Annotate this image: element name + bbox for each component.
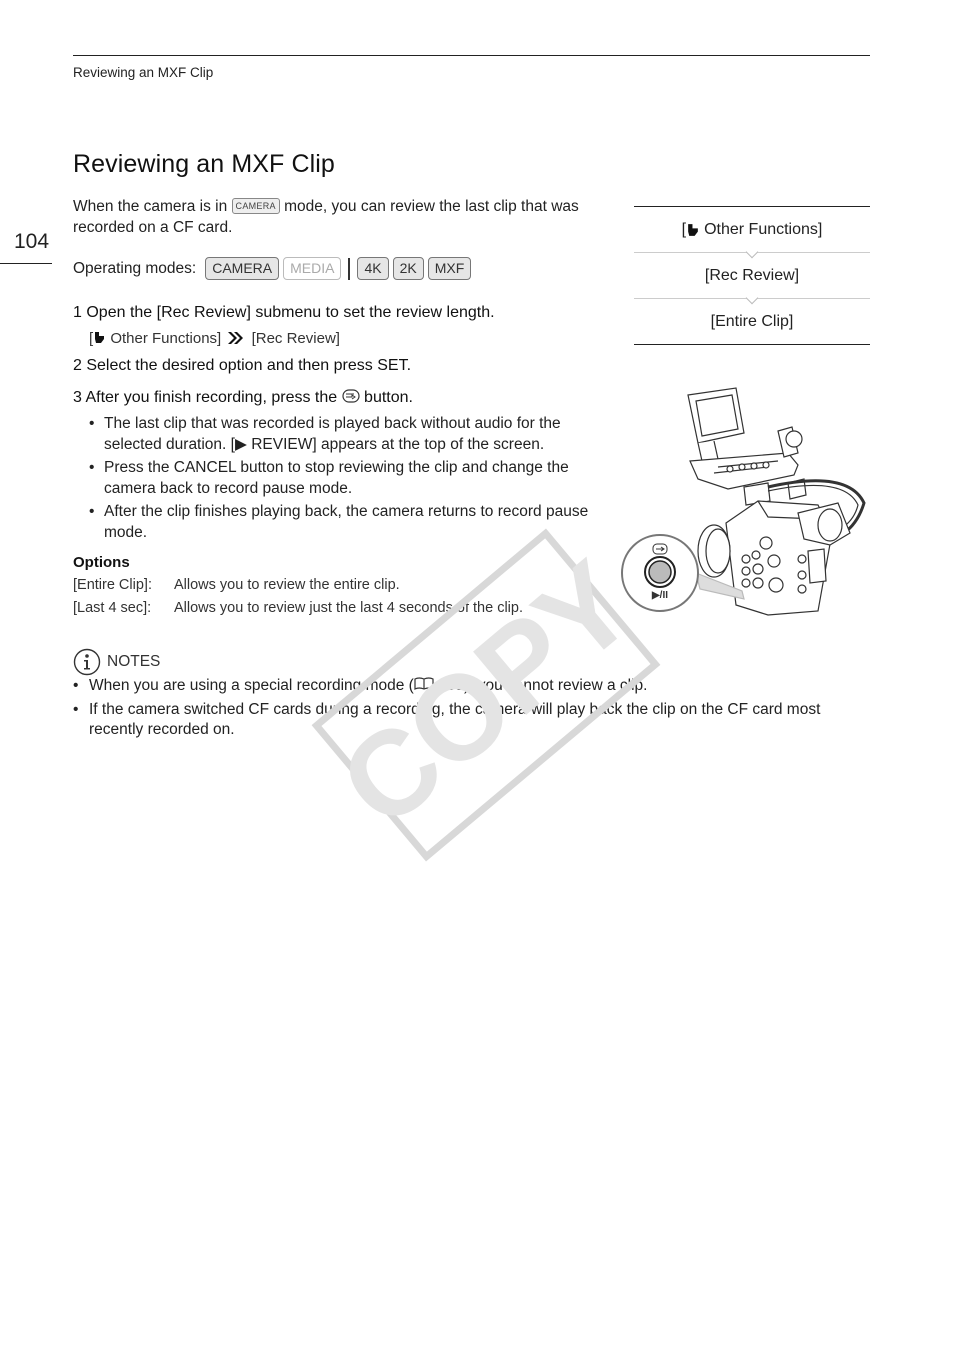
- double-chevron-right-icon: [228, 332, 244, 344]
- page-number: 104: [14, 230, 50, 253]
- playback-button-icon: [341, 389, 360, 403]
- list-item: If the camera switched CF cards during a…: [73, 700, 873, 741]
- step-text: Select the desired option and then press…: [86, 357, 412, 374]
- intro-text-before: When the camera is in: [73, 198, 232, 215]
- camera-mode-badge: CAMERA: [231, 198, 280, 214]
- mode-separator: [348, 257, 351, 280]
- mode-badge-media: MEDIA: [283, 257, 342, 280]
- option-desc: Allows you to review the entire clip.: [174, 577, 400, 593]
- menu-row-label: [Rec Review]: [704, 266, 800, 284]
- list-item: The last clip that was recorded is playe…: [89, 414, 614, 455]
- step-number: 3: [73, 389, 82, 406]
- page-title: Reviewing an MXF Clip: [73, 150, 335, 178]
- list-item: When you are using a special recording m…: [73, 676, 873, 697]
- menu-path: [ Other Functions] [Rec Review]: [89, 330, 340, 347]
- page-number-rule: [0, 263, 52, 264]
- notes-list: When you are using a special recording m…: [73, 676, 873, 744]
- notes-heading: NOTES: [73, 648, 160, 676]
- list-item: After the clip finishes playing back, th…: [89, 502, 614, 543]
- step-text-after: button.: [359, 389, 413, 406]
- option-row: [Entire Clip]: Allows you to review the e…: [73, 577, 400, 593]
- list-item: Press the CANCEL button to stop reviewin…: [89, 458, 614, 499]
- running-head: Reviewing an MXF Clip: [73, 65, 214, 80]
- camera-illustration: ▶/II: [621, 387, 866, 616]
- operating-modes-label: Operating modes:: [73, 259, 197, 277]
- menu-path-item-2: [Rec Review]: [251, 330, 340, 347]
- info-icon: [73, 648, 101, 676]
- wrench-icon: [688, 223, 698, 236]
- option-row: [Last 4 sec]: Allows you to review just t…: [73, 600, 523, 616]
- menu-row-entire-clip: [Entire Clip]: [634, 298, 870, 344]
- step-3: 3 After you finish recording, press the …: [73, 389, 413, 407]
- wrench-icon: [95, 332, 105, 343]
- menu-row-label: [Entire Clip]: [710, 312, 794, 330]
- header-rule: [73, 55, 870, 56]
- operating-modes: Operating modes: CAMERA MEDIA 4K 2K MXF: [73, 257, 472, 280]
- step-text-before: After you finish recording, press the: [85, 389, 342, 406]
- menu-navigation-box: [Other Functions] [Rec Review] [Entire C…: [634, 206, 870, 345]
- option-desc: Allows you to review just the last 4 sec…: [174, 600, 523, 616]
- step-3-bullets: The last clip that was recorded is playe…: [89, 414, 614, 546]
- option-key: [Last 4 sec]:: [73, 600, 152, 616]
- step-2: 2 Select the desired option and then pre…: [73, 357, 411, 375]
- book-reference-icon: [414, 677, 434, 690]
- notes-label: NOTES: [107, 653, 161, 670]
- page-reference[interactable]: 105: [434, 677, 464, 694]
- intro-paragraph: When the camera is in CAMERA mode, you c…: [73, 197, 613, 238]
- option-key: [Entire Clip]:: [73, 577, 152, 593]
- note-text: ), you cannot review a clip.: [463, 677, 648, 694]
- options-heading: Options: [73, 554, 130, 571]
- menu-path-item-1: Other Functions]: [106, 330, 222, 347]
- step-number: 1: [73, 304, 82, 321]
- mode-badge-mxf: MXF: [427, 257, 472, 280]
- mode-badge-2k: 2K: [392, 257, 424, 280]
- step-1: 1 Open the [Rec Review] submenu to set t…: [73, 304, 495, 322]
- mode-badge-camera: CAMERA: [205, 257, 280, 280]
- note-text: When you are using a special recording m…: [89, 677, 414, 694]
- play-pause-label: ▶/II: [651, 590, 668, 601]
- step-number: 2: [73, 357, 82, 374]
- step-text: Open the [Rec Review] submenu to set the…: [86, 304, 495, 321]
- mode-badge-4k: 4K: [357, 257, 389, 280]
- menu-row-label: Other Functions]: [704, 220, 823, 238]
